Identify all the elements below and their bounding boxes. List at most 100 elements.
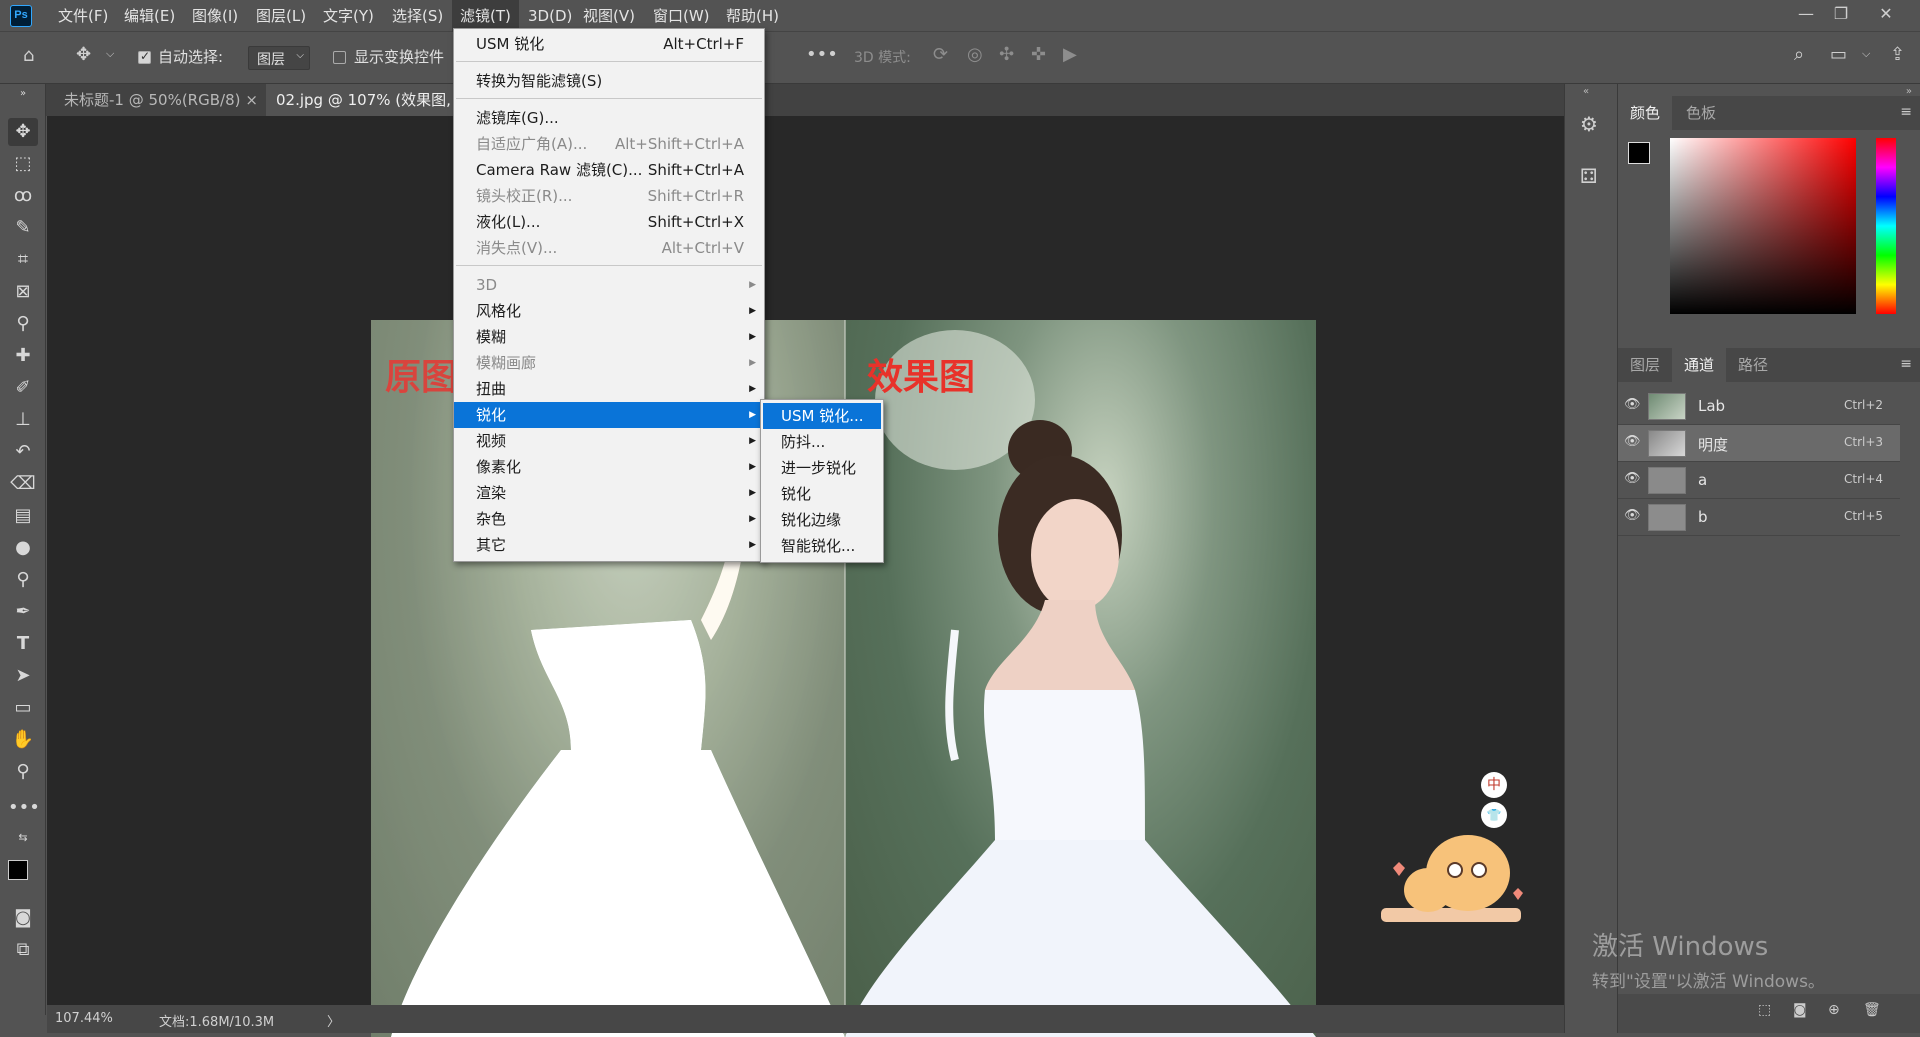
collapse-icon[interactable]: » bbox=[8, 88, 38, 100]
tab-untitled[interactable]: 未标题-1 @ 50%(RGB/8) × bbox=[54, 84, 264, 116]
swap-colors-icon[interactable]: ⇆ bbox=[8, 824, 38, 852]
blur-tool-icon[interactable]: ● bbox=[8, 534, 38, 562]
menu-item-stylize[interactable]: 风格化 ▶ bbox=[454, 298, 764, 324]
more-tools-icon[interactable]: ••• bbox=[8, 794, 40, 822]
search-icon[interactable]: ⌕ bbox=[1794, 44, 1804, 65]
type-tool-icon[interactable]: T bbox=[8, 630, 38, 658]
dodge-tool-icon[interactable]: ⚲ bbox=[8, 566, 38, 594]
shirt-icon[interactable]: 👕 bbox=[1481, 802, 1507, 828]
eyedropper-tool-icon[interactable]: ⚲ bbox=[8, 310, 38, 338]
crop-tool-icon[interactable]: ⌗ bbox=[8, 246, 38, 274]
new-channel-icon[interactable]: ⊕ bbox=[1828, 1002, 1840, 1018]
workspace-icon[interactable]: ▭ bbox=[1830, 44, 1847, 65]
screen-mode-icon[interactable]: ⧉ bbox=[8, 936, 38, 964]
save-selection-icon[interactable]: ◙ bbox=[1793, 1002, 1807, 1018]
menu-image[interactable]: 图像(I) bbox=[184, 0, 246, 32]
channel-row-a[interactable]: 👁 a Ctrl+4 bbox=[1618, 462, 1900, 499]
menu-item-sharpen[interactable]: 锐化 ▶ bbox=[454, 402, 764, 428]
eraser-tool-icon[interactable]: ⌫ bbox=[8, 470, 38, 498]
zoom-tool-icon[interactable]: ⚲ bbox=[8, 758, 38, 786]
stamp-tool-icon[interactable]: ⊥ bbox=[8, 406, 38, 434]
channel-row-lab[interactable]: 👁 Lab Ctrl+2 bbox=[1618, 388, 1900, 425]
frame-tool-icon[interactable]: ⊠ bbox=[8, 278, 38, 306]
menu-item-convert-smart[interactable]: 转换为智能滤镜(S) bbox=[454, 68, 764, 94]
tab-channels[interactable]: 通道 bbox=[1672, 348, 1727, 382]
healing-brush-icon[interactable]: ✚ bbox=[8, 342, 38, 370]
panel-menu-icon[interactable]: ≡ bbox=[1900, 356, 1912, 372]
close-tab-icon[interactable]: × bbox=[245, 84, 258, 116]
menu-item-video[interactable]: 视频 ▶ bbox=[454, 428, 764, 454]
status-menu-arrow-icon[interactable]: 〉 bbox=[327, 1011, 340, 1030]
channel-row-lightness[interactable]: 👁 明度 Ctrl+3 bbox=[1618, 425, 1900, 462]
zoom-level[interactable]: 107.44% bbox=[55, 1011, 113, 1026]
quick-select-tool-icon[interactable]: ✎ bbox=[8, 214, 38, 242]
foreground-color-swatch[interactable] bbox=[8, 860, 28, 880]
3d-camera-icon[interactable]: ▶ bbox=[1063, 44, 1077, 65]
menu-item-filter-gallery[interactable]: 滤镜库(G)... bbox=[454, 105, 764, 131]
close-icon[interactable]: ✕ bbox=[1867, 0, 1905, 28]
properties-panel-icon[interactable]: ⚃ bbox=[1580, 164, 1597, 188]
hand-tool-icon[interactable]: ✋ bbox=[8, 726, 38, 754]
auto-select-dropdown[interactable]: 图层 ⌵ bbox=[248, 46, 310, 70]
restore-icon[interactable]: ❐ bbox=[1822, 0, 1860, 28]
menu-type[interactable]: 文字(Y) bbox=[315, 0, 382, 32]
menu-file[interactable]: 文件(F) bbox=[50, 0, 116, 32]
menu-item-other[interactable]: 其它 ▶ bbox=[454, 532, 764, 558]
submenu-item-shake-reduction[interactable]: 防抖... bbox=[761, 429, 883, 455]
adjust-panel-icon[interactable]: ⚙ bbox=[1580, 112, 1598, 136]
home-icon[interactable]: ⌂ bbox=[23, 45, 34, 66]
menu-layer[interactable]: 图层(L) bbox=[248, 0, 314, 32]
collapse-icon[interactable]: « bbox=[1583, 86, 1589, 97]
submenu-item-sharpen-edges[interactable]: 锐化边缘 bbox=[761, 507, 883, 533]
chevron-down-icon[interactable]: ⌵ bbox=[106, 47, 114, 61]
tab-paths[interactable]: 路径 bbox=[1726, 348, 1780, 382]
auto-select-checkbox[interactable] bbox=[138, 49, 151, 64]
share-icon[interactable]: ⇪ bbox=[1890, 44, 1905, 65]
show-transform-checkbox[interactable] bbox=[333, 51, 346, 64]
chevron-down-icon[interactable]: ⌵ bbox=[1862, 47, 1870, 61]
hue-slider[interactable] bbox=[1876, 138, 1896, 314]
menu-item-distort[interactable]: 扭曲 ▶ bbox=[454, 376, 764, 402]
menu-item-noise[interactable]: 杂色 ▶ bbox=[454, 506, 764, 532]
ime-badge[interactable]: 中 bbox=[1481, 772, 1507, 798]
submenu-item-usm-sharpen[interactable]: USM 锐化... bbox=[763, 403, 881, 429]
submenu-item-sharpen-more[interactable]: 进一步锐化 bbox=[761, 455, 883, 481]
visibility-eye-icon[interactable]: 👁 bbox=[1624, 397, 1641, 412]
3d-pan-icon[interactable]: ✣ bbox=[999, 44, 1014, 65]
tab-layers[interactable]: 图层 bbox=[1618, 348, 1672, 382]
gradient-tool-icon[interactable]: ▤ bbox=[8, 502, 38, 530]
menu-item-camera-raw[interactable]: Camera Raw 滤镜(C)... Shift+Ctrl+A bbox=[454, 157, 764, 183]
rectangle-tool-icon[interactable]: ▭ bbox=[8, 694, 38, 722]
load-selection-icon[interactable]: ⬚ bbox=[1758, 1002, 1771, 1018]
trash-icon[interactable]: 🗑 bbox=[1863, 1002, 1881, 1018]
quick-mask-icon[interactable]: ◙ bbox=[8, 904, 38, 932]
3d-roll-icon[interactable]: ◎ bbox=[967, 44, 983, 65]
color-field[interactable] bbox=[1670, 138, 1856, 314]
tab-swatches[interactable]: 色板 bbox=[1674, 96, 1728, 130]
minimize-icon[interactable]: — bbox=[1787, 0, 1825, 28]
move-tool-icon[interactable]: ✥ bbox=[8, 118, 38, 146]
panel-menu-icon[interactable]: ≡ bbox=[1900, 104, 1912, 120]
menu-item-usm-last[interactable]: USM 锐化 Alt+Ctrl+F bbox=[454, 31, 764, 57]
lasso-tool-icon[interactable]: ꝏ bbox=[8, 182, 38, 210]
path-select-icon[interactable]: ➤ bbox=[8, 662, 38, 690]
tab-color[interactable]: 颜色 bbox=[1618, 96, 1673, 130]
menu-select[interactable]: 选择(S) bbox=[384, 0, 451, 32]
visibility-eye-icon[interactable]: 👁 bbox=[1624, 434, 1641, 449]
history-brush-icon[interactable]: ↶ bbox=[8, 438, 38, 466]
submenu-item-sharpen[interactable]: 锐化 bbox=[761, 481, 883, 507]
menu-item-blur[interactable]: 模糊 ▶ bbox=[454, 324, 764, 350]
marquee-tool-icon[interactable]: ⬚ bbox=[8, 150, 38, 178]
menu-item-pixelate[interactable]: 像素化 ▶ bbox=[454, 454, 764, 480]
3d-orbit-icon[interactable]: ⟳ bbox=[933, 44, 948, 65]
menu-edit[interactable]: 编辑(E) bbox=[116, 0, 183, 32]
pen-tool-icon[interactable]: ✒ bbox=[8, 598, 38, 626]
menu-item-liquify[interactable]: 液化(L)... Shift+Ctrl+X bbox=[454, 209, 764, 235]
channel-row-b[interactable]: 👁 b Ctrl+5 bbox=[1618, 499, 1900, 536]
brush-tool-icon[interactable]: ✐ bbox=[8, 374, 38, 402]
visibility-eye-icon[interactable]: 👁 bbox=[1624, 471, 1641, 486]
visibility-eye-icon[interactable]: 👁 bbox=[1624, 508, 1641, 523]
menu-item-render[interactable]: 渲染 ▶ bbox=[454, 480, 764, 506]
3d-slide-icon[interactable]: ✜ bbox=[1031, 44, 1046, 65]
submenu-item-smart-sharpen[interactable]: 智能锐化... bbox=[761, 533, 883, 559]
